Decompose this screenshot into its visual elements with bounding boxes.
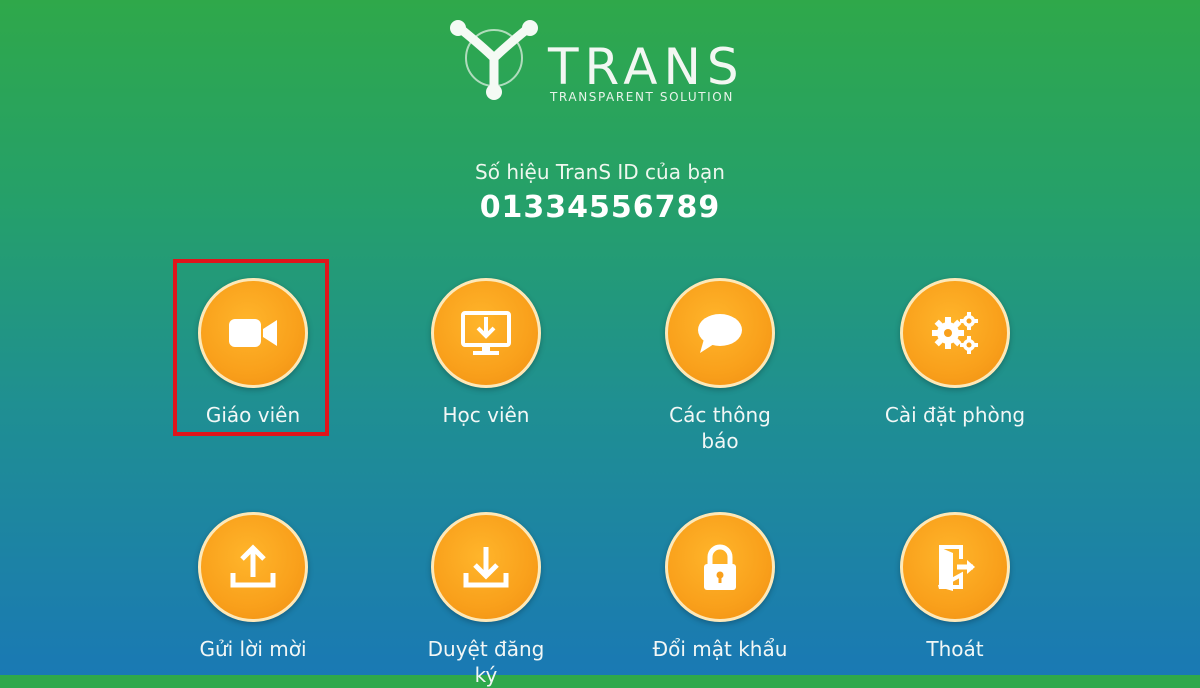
- menu-label-approve-registration: Duyệt đăng ký: [427, 637, 545, 687]
- download-icon: [463, 547, 509, 588]
- brand-tagline: TRANSPARENT SOLUTION: [550, 90, 734, 104]
- menu-item-change-password[interactable]: Đổi mật khẩu: [629, 512, 811, 662]
- menu-label-notifications: Các thông báo: [669, 403, 771, 453]
- menu-label-change-password: Đổi mật khẩu: [652, 637, 788, 661]
- trans-id-value: 01334556789: [479, 190, 721, 225]
- exit-door-icon: [938, 545, 975, 591]
- send-invite-circle[interactable]: [198, 512, 308, 622]
- menu-item-student[interactable]: Học viên: [396, 278, 576, 428]
- trans-logo: TRANS TRANSPARENT SOLUTION: [444, 18, 764, 108]
- upload-icon: [230, 544, 276, 588]
- trans-logo-icon: [450, 20, 538, 100]
- selection-highlight: [173, 259, 329, 436]
- notifications-circle[interactable]: [665, 278, 775, 388]
- speech-bubble-icon: [698, 314, 742, 353]
- menu-item-exit[interactable]: Thoát: [862, 512, 1048, 662]
- menu-label-room-settings: Cài đặt phòng: [884, 403, 1026, 427]
- menu-item-room-settings[interactable]: Cài đặt phòng: [862, 278, 1048, 428]
- room-settings-circle[interactable]: [900, 278, 1010, 388]
- menu-item-approve-registration[interactable]: Duyệt đăng ký: [396, 512, 576, 688]
- trans-id-label: Số hiệu TranS ID của bạn: [475, 160, 725, 184]
- brand-name: TRANS: [548, 38, 745, 96]
- menu-label-send-invite: Gửi lời mời: [199, 637, 307, 661]
- menu-label-exit: Thoát: [926, 637, 984, 661]
- lock-icon: [704, 544, 736, 590]
- menu-label-student: Học viên: [442, 403, 530, 427]
- approve-registration-circle[interactable]: [431, 512, 541, 622]
- change-password-circle[interactable]: [665, 512, 775, 622]
- menu-item-notifications[interactable]: Các thông báo: [629, 278, 811, 454]
- student-circle[interactable]: [431, 278, 541, 388]
- gears-icon: [932, 312, 978, 354]
- exit-circle[interactable]: [900, 512, 1010, 622]
- menu-item-send-invite[interactable]: Gửi lời mời: [163, 512, 343, 662]
- monitor-download-icon: [461, 311, 511, 355]
